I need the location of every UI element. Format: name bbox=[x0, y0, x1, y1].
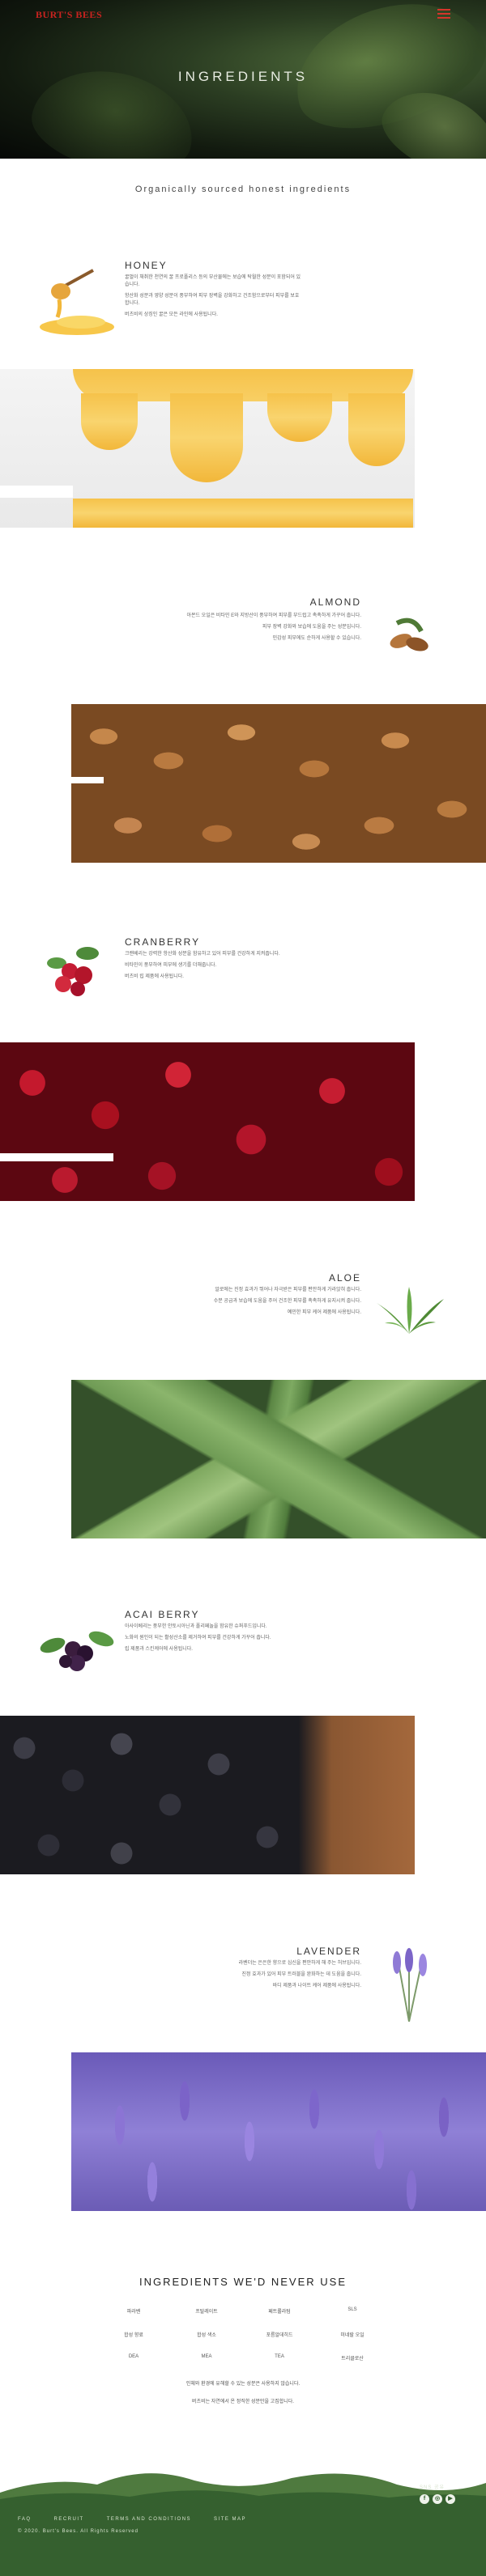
ingredient-description-honey: 꿀벌이 채취한 천연의 꿀 프로폴리스 등의 부산물에는 보습에 탁월한 성분이… bbox=[125, 274, 303, 323]
description-paragraph: 바디 제품과 나이트 케어 제품에 사용됩니다. bbox=[272, 1984, 361, 1988]
cranberry-icon bbox=[47, 947, 99, 996]
ingredient-title-aloe: ALOE bbox=[328, 1272, 361, 1284]
description-paragraph: 노화의 원인이 되는 활성산소를 제거하여 피부를 건강하게 가꾸어 줍니다. bbox=[125, 1636, 271, 1640]
copyright-text: © 2020. Burt's Bees. All Rights Reserved bbox=[18, 2529, 139, 2534]
social-share-label: SNS 공유 bbox=[420, 2485, 446, 2490]
list-item: DEA bbox=[128, 2354, 139, 2359]
description-paragraph: 민감성 피부에도 순하게 사용할 수 있습니다. bbox=[272, 636, 361, 641]
never-use-note: 인체와 환경에 유해할 수 있는 성분은 사용하지 않습니다. bbox=[185, 2382, 301, 2387]
list-item: 파라벤 bbox=[126, 2310, 141, 2315]
list-item: 포름알데히드 bbox=[266, 2333, 293, 2338]
ingredient-title-acai-berry: ACAI BERRY bbox=[125, 1609, 200, 1620]
description-paragraph: 립 제품과 스킨케어에 사용됩니다. bbox=[125, 1647, 193, 1652]
footer-link-recruit[interactable]: RECRUIT bbox=[54, 2517, 84, 2522]
footer-link-terms[interactable]: TERMS AND CONDITIONS bbox=[107, 2517, 191, 2522]
description-paragraph: 진정 효과가 있어 피부 트러블을 완화하는 데 도움을 줍니다. bbox=[241, 1972, 361, 1977]
description-paragraph: 항산화 성분과 영양 성분이 풍부하여 피부 장벽을 강화하고 건조함으로부터 … bbox=[125, 294, 300, 306]
list-item: 트리클로산 bbox=[341, 2357, 364, 2362]
list-item: 페트롤라텀 bbox=[268, 2310, 291, 2315]
acai-berry-image bbox=[0, 1716, 415, 1874]
footer-link-faq[interactable]: FAQ bbox=[18, 2517, 32, 2522]
ingredient-title-lavender: LAVENDER bbox=[296, 1946, 361, 1957]
site-footer: FAQ RECRUIT TERMS AND CONDITIONS SITE MA… bbox=[0, 2506, 486, 2576]
description-paragraph: 버츠비의 상징인 꿀은 모든 라인에 사용됩니다. bbox=[125, 312, 218, 317]
image-divider bbox=[71, 777, 104, 783]
description-paragraph: 꿀벌이 채취한 천연의 꿀 프로폴리스 등의 부산물에는 보습에 탁월한 성분이… bbox=[125, 275, 301, 287]
aloe-image bbox=[71, 1380, 486, 1538]
hero-banner: BURT'S BEES INGREDIENTS bbox=[0, 0, 486, 159]
ingredient-title-almond: ALMOND bbox=[309, 596, 361, 608]
list-item: 미네랄 오일 bbox=[340, 2333, 364, 2338]
ingredient-description-cranberry: 크랜베리는 강력한 항산화 성분을 함유하고 있어 피부를 건강하게 지켜줍니다… bbox=[125, 951, 311, 985]
page-title: INGREDIENTS bbox=[177, 69, 309, 84]
almond-image bbox=[71, 704, 486, 863]
brand-logo[interactable]: BURT'S BEES bbox=[36, 9, 102, 21]
social-links: f ◎ ▶ bbox=[420, 2494, 455, 2504]
description-paragraph: 비타민이 풍부하여 피부에 생기를 더해줍니다. bbox=[125, 963, 217, 968]
mountain-silhouette bbox=[0, 2473, 486, 2509]
description-paragraph: 아몬드 오일은 비타민 E와 지방산이 풍부하여 피부를 부드럽고 촉촉하게 가… bbox=[186, 613, 361, 618]
ingredient-description-almond: 아몬드 오일은 비타민 E와 지방산이 풍부하여 피부를 부드럽고 촉촉하게 가… bbox=[162, 613, 361, 647]
description-paragraph: 예민한 피부 케어 제품에 사용됩니다. bbox=[287, 1310, 361, 1315]
description-paragraph: 버츠비 립 제품에 사용됩니다. bbox=[125, 974, 184, 979]
page-subtitle: Organically sourced honest ingredients bbox=[134, 185, 352, 194]
cranberry-image bbox=[0, 1042, 415, 1201]
image-divider bbox=[0, 486, 73, 498]
list-item: 프탈레이트 bbox=[195, 2310, 218, 2315]
description-paragraph: 아사이베리는 풍부한 안토시아닌과 폴리페놀을 함유한 슈퍼푸드입니다. bbox=[125, 1624, 267, 1629]
never-use-title: INGREDIENTS WE'D NEVER USE bbox=[139, 2276, 347, 2288]
description-paragraph: 수분 공급과 보습에 도움을 주어 건조한 피부를 촉촉하게 유지시켜 줍니다. bbox=[213, 1299, 361, 1304]
list-item: 합성 향료 bbox=[124, 2333, 143, 2338]
acai-berry-icon bbox=[40, 1631, 114, 1671]
footer-link-sitemap[interactable]: SITE MAP bbox=[214, 2517, 246, 2522]
footer-nav: FAQ RECRUIT TERMS AND CONDITIONS SITE MA… bbox=[18, 2517, 246, 2522]
description-paragraph: 알로에는 진정 효과가 뛰어나 자극받은 피부를 편안하게 가라앉혀 줍니다. bbox=[215, 1288, 361, 1292]
lavender-icon bbox=[393, 1948, 427, 2022]
ingredient-title-cranberry: CRANBERRY bbox=[125, 936, 201, 948]
description-paragraph: 라벤더는 은은한 향으로 심신을 편안하게 해 주는 허브입니다. bbox=[238, 1961, 361, 1966]
almond-icon bbox=[390, 617, 428, 651]
facebook-icon[interactable]: f bbox=[420, 2494, 429, 2504]
description-paragraph: 크랜베리는 강력한 항산화 성분을 함유하고 있어 피부를 건강하게 지켜줍니다… bbox=[125, 952, 280, 957]
youtube-icon[interactable]: ▶ bbox=[446, 2494, 455, 2504]
never-use-list: 파라벤 프탈레이트 페트롤라텀 SLS 합성 향료 합성 색소 포름알데히드 미… bbox=[97, 2307, 389, 2362]
honey-image bbox=[0, 369, 415, 528]
hamburger-menu-icon[interactable] bbox=[437, 9, 450, 19]
honey-dipper-icon bbox=[40, 269, 114, 335]
instagram-icon[interactable]: ◎ bbox=[433, 2494, 442, 2504]
list-item: MEA bbox=[201, 2354, 212, 2359]
ingredient-description-lavender: 라벤더는 은은한 향으로 심신을 편안하게 해 주는 허브입니다. 진정 효과가… bbox=[146, 1960, 361, 1994]
ingredient-description-acai-berry: 아사이베리는 풍부한 안토시아닌과 폴리페놀을 함유한 슈퍼푸드입니다. 노화의… bbox=[125, 1623, 352, 1657]
aloe-plant-icon bbox=[377, 1287, 444, 1334]
ingredient-description-aloe: 알로에는 진정 효과가 뛰어나 자극받은 피부를 편안하게 가라앉혀 줍니다. … bbox=[146, 1287, 361, 1321]
description-paragraph: 피부 장벽 강화와 보습에 도움을 주는 성분입니다. bbox=[262, 625, 361, 630]
list-item: SLS bbox=[347, 2307, 357, 2312]
image-divider bbox=[0, 1153, 113, 1161]
never-use-note: 버츠비는 자연에서 온 정직한 성분만을 고집합니다. bbox=[192, 2400, 294, 2404]
list-item: 합성 색소 bbox=[197, 2333, 216, 2338]
ingredient-title-honey: HONEY bbox=[125, 260, 168, 271]
list-item: TEA bbox=[275, 2354, 284, 2359]
lavender-image bbox=[71, 2052, 486, 2211]
